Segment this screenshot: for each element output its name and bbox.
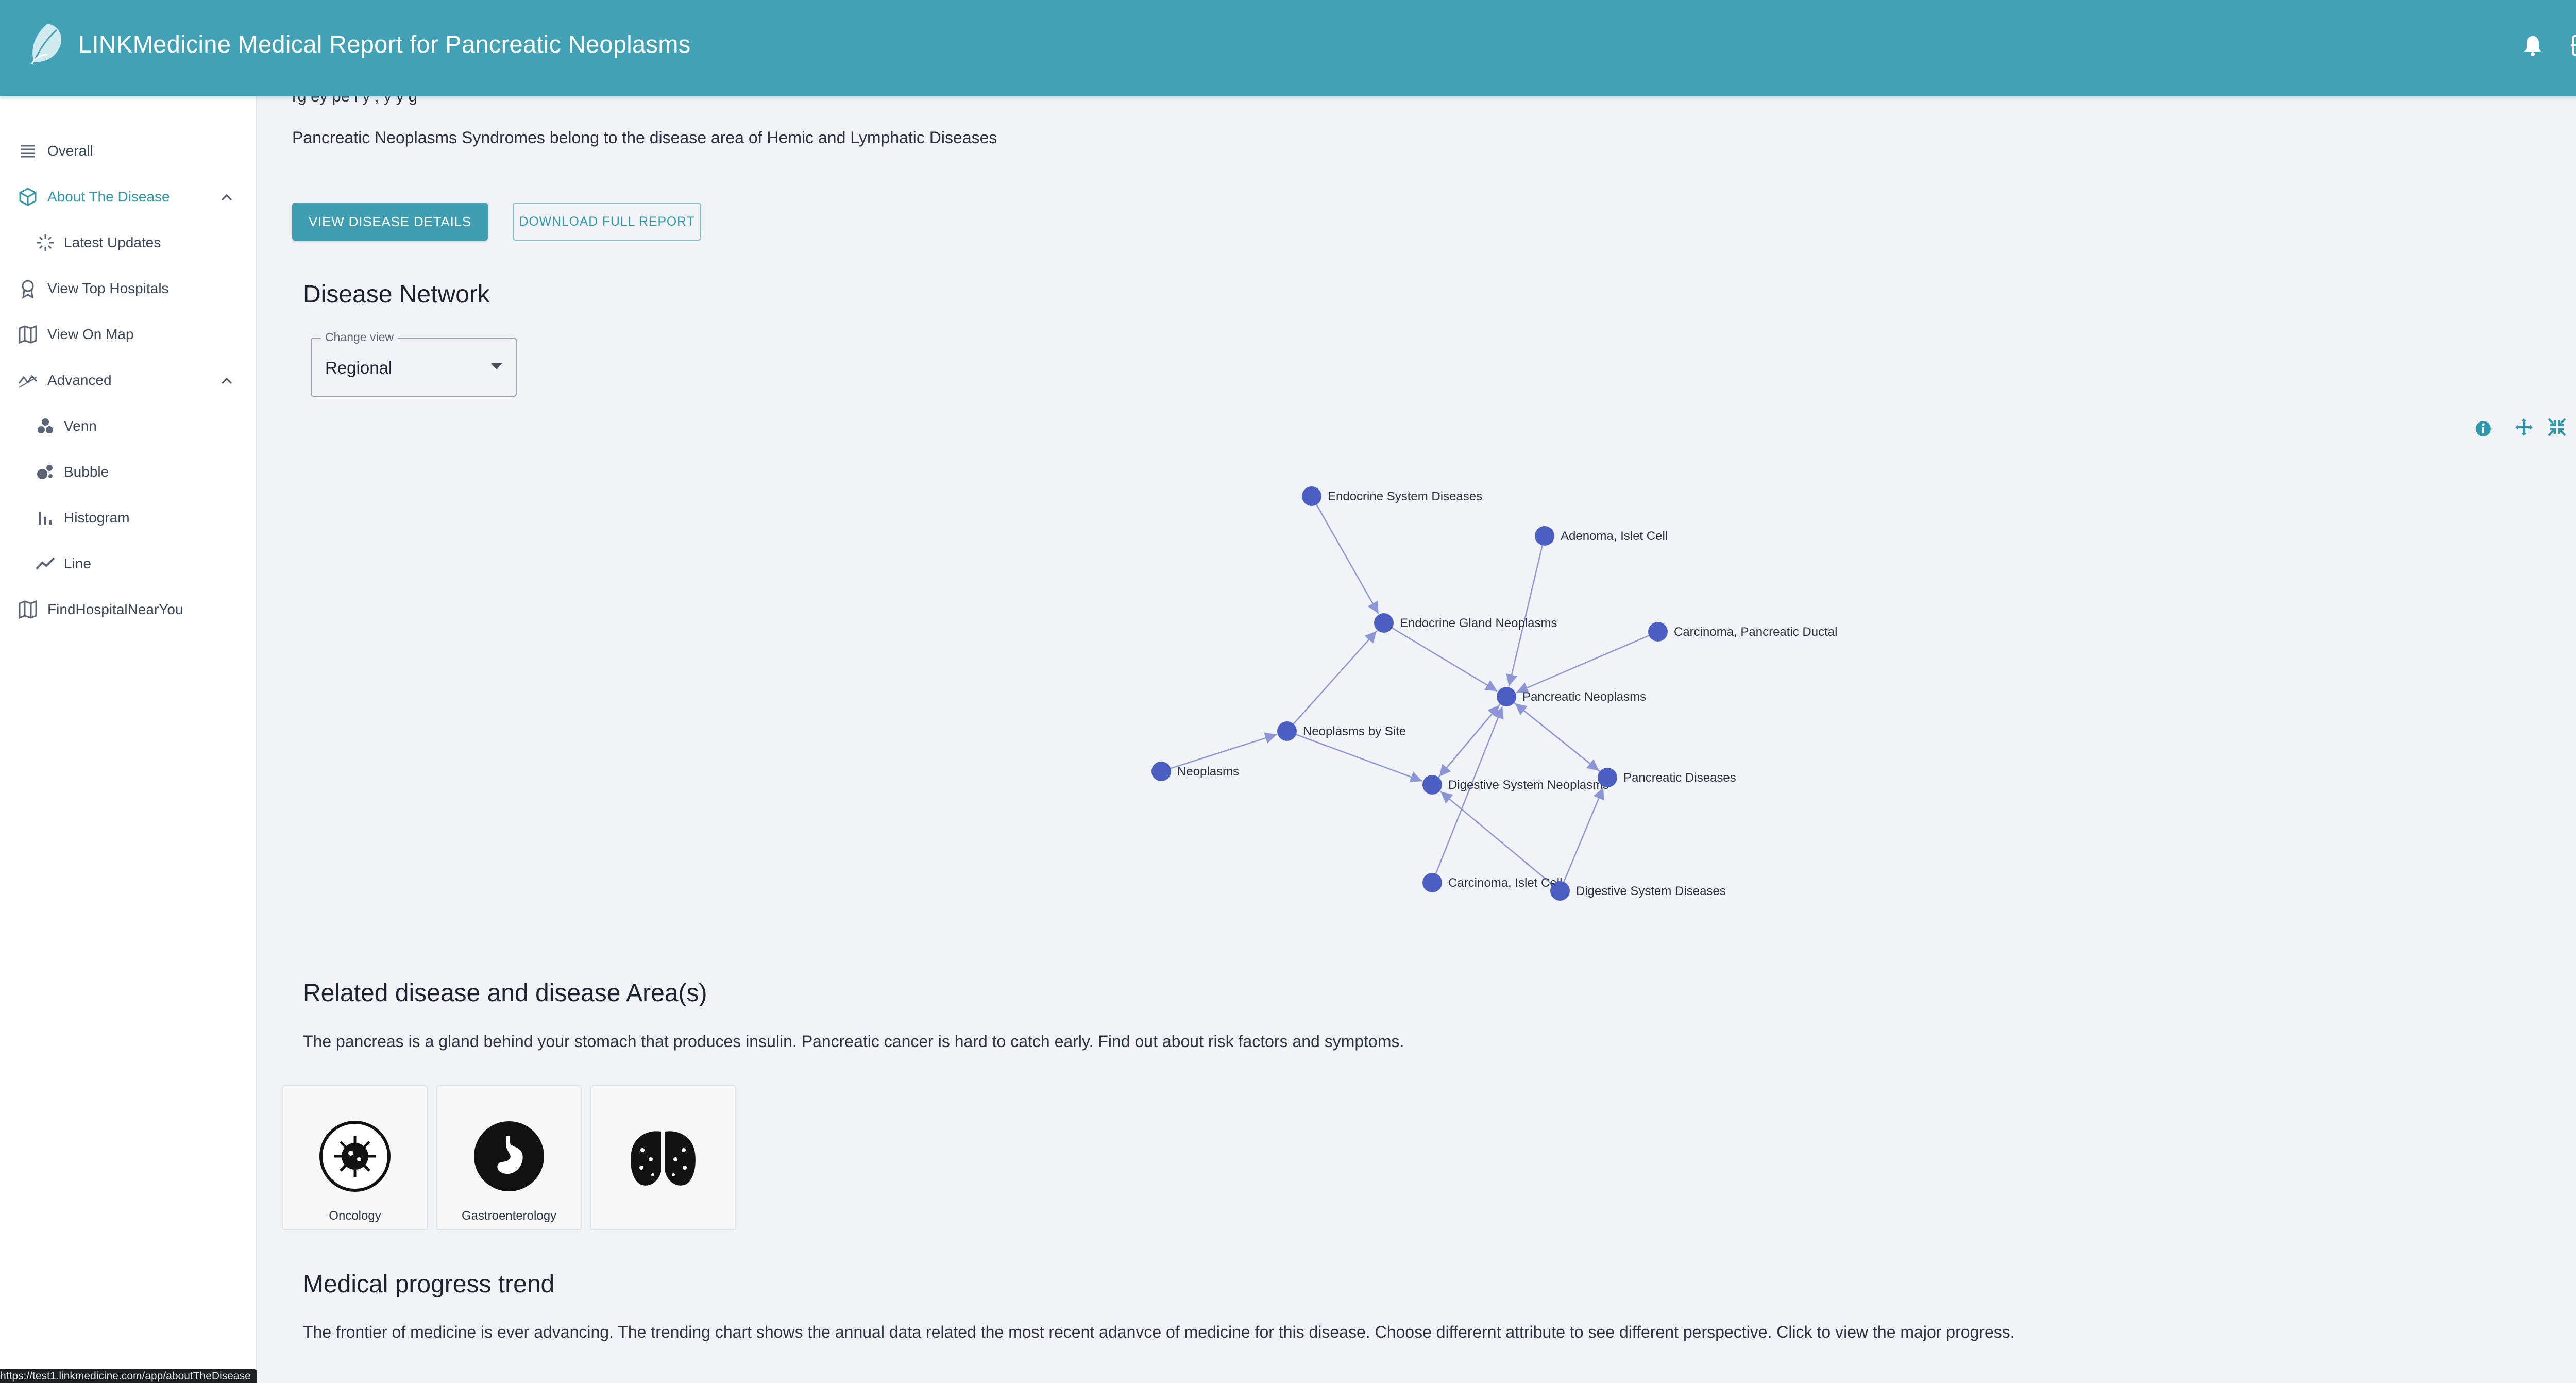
sidebar-item-overall[interactable]: Overall [0,132,256,168]
network-node-label: Carcinoma, Pancreatic Ductal [1674,625,1837,639]
network-node-dot[interactable] [1374,613,1394,633]
related-disease-heading: Related disease and disease Area(s) [303,980,707,1007]
network-node-label: Endocrine System Diseases [1328,490,1482,503]
sidebar-item-label: Overall [47,143,93,159]
network-node[interactable]: Digestive System Neoplasms [1422,775,1609,795]
network-node-label: Carcinoma, Islet Cell [1448,876,1562,890]
network-node[interactable]: Carcinoma, Islet Cell [1422,873,1562,892]
network-node-label: Digestive System Neoplasms [1448,778,1609,792]
network-node[interactable]: Neoplasms by Site [1277,721,1406,741]
venn-icon [38,418,53,433]
trend-icon [18,375,38,388]
network-edge [1293,630,1377,724]
cube-icon [19,188,37,206]
network-node-dot[interactable] [1535,526,1554,546]
sidebar-item-advanced[interactable]: Advanced [0,362,256,398]
sidebar-item-latest-updates[interactable]: Latest Updates [0,224,256,260]
network-node-label: Pancreatic Diseases [1623,771,1736,785]
sidebar-item-bubble[interactable]: Bubble [0,453,256,490]
sidebar-item-label: Line [64,555,91,571]
sidebar-item-label: Bubble [64,464,109,480]
network-edge [1296,734,1422,783]
network-node-dot[interactable] [1648,622,1668,642]
network-edge [1440,791,1553,885]
main-content: rg ey pe l y , y y g Pancreatic Neoplasm… [257,87,2576,1383]
network-node[interactable]: Neoplasms [1151,762,1239,781]
network-edge [1392,627,1498,692]
medical-progress-heading: Medical progress trend [303,1271,555,1298]
network-node-label: Pancreatic Neoplasms [1522,690,1646,704]
network-node-dot[interactable] [1422,873,1442,892]
network-node-label: Digestive System Diseases [1576,884,1726,898]
network-node-dot[interactable] [1422,775,1442,795]
related-card-label: Oncology [329,1209,381,1223]
network-edge [1563,787,1604,882]
network-node-dot[interactable] [1151,762,1171,781]
sidebar-item-about-the-disease[interactable]: About The Disease [0,178,256,214]
app-title: LINKMedicine Medical Report for Pancreat… [78,30,691,58]
related-card-oncology[interactable]: Oncology [282,1085,428,1230]
sidebar-item-venn[interactable]: Venn [0,408,256,444]
network-node[interactable]: Endocrine System Diseases [1302,486,1482,506]
chevron-up-icon[interactable] [218,189,235,206]
network-node-dot[interactable] [1598,768,1617,787]
network-node-dot[interactable] [1277,721,1297,741]
bar-chart-icon [39,512,52,525]
sidebar-item-label: Advanced [47,372,112,388]
network-edge [1316,504,1379,614]
related-card-gastroenterology[interactable]: Gastroenterology [436,1085,582,1230]
bell-icon[interactable] [2519,32,2546,59]
stomach-icon [474,1121,544,1191]
network-node[interactable]: Pancreatic Diseases [1598,768,1736,787]
sidebar-item-label: Histogram [64,510,130,526]
bubble-icon [37,465,53,479]
network-edge [1438,704,1500,778]
award-icon [22,280,34,299]
sidebar-item-view-on-map[interactable]: View On Map [0,316,256,352]
line-chart-icon [36,557,55,570]
sidebar-item-label: Venn [64,418,97,434]
sidebar: Overall About The Disease Latest Updates… [0,96,257,1383]
logo-icon [31,24,62,64]
sidebar-item-histogram[interactable]: Histogram [0,499,256,535]
sidebar-item-label: Latest Updates [64,234,161,250]
network-node-label: Neoplasms [1177,765,1239,779]
related-card-lungs[interactable] [590,1085,736,1230]
map-icon [19,325,37,344]
network-node[interactable]: Endocrine Gland Neoplasms [1374,613,1557,633]
network-node[interactable]: Digestive System Diseases [1550,881,1726,901]
disease-network-graph[interactable]: Endocrine System Diseases Adenoma, Islet … [257,96,2576,972]
chevron-up-icon[interactable] [218,372,235,390]
network-node-dot[interactable] [1550,881,1570,901]
related-card-label: Gastroenterology [461,1209,557,1223]
status-bar-url: https://test1.linkmedicine.com/app/about… [0,1369,257,1383]
network-node-dot[interactable] [1302,486,1321,506]
network-node[interactable]: Pancreatic Neoplasms [1497,687,1646,706]
related-disease-text: The pancreas is a gland behind your stom… [303,1032,1404,1051]
map-icon [19,600,37,619]
lungs-icon [631,1131,696,1186]
network-node[interactable]: Carcinoma, Pancreatic Ductal [1648,622,1837,642]
network-edge [1516,635,1650,694]
network-edge [1514,703,1600,772]
sidebar-item-find-hospital-near-you[interactable]: FindHospitalNearYou [0,591,256,627]
sidebar-item-label: About The Disease [47,189,170,205]
sidebar-item-label: View On Map [47,326,134,342]
app-header: LINKMedicine Medical Report for Pancreat… [0,0,2576,96]
network-node-dot[interactable] [1497,687,1516,706]
virus-icon [319,1121,391,1192]
network-node[interactable]: Adenoma, Islet Cell [1535,526,1668,546]
sidebar-item-view-top-hospitals[interactable]: View Top Hospitals [0,270,256,306]
loader-icon [37,234,54,251]
network-node-label: Neoplasms by Site [1303,724,1406,738]
logout-icon[interactable] [2569,32,2576,59]
network-node-label: Endocrine Gland Neoplasms [1400,616,1557,630]
network-node-label: Adenoma, Islet Cell [1561,529,1668,543]
list-icon [21,145,35,158]
sidebar-item-label: FindHospitalNearYou [47,601,183,617]
sidebar-item-line[interactable]: Line [0,545,256,581]
medical-progress-text: The frontier of medicine is ever advanci… [303,1323,2015,1341]
sidebar-item-label: View Top Hospitals [47,280,169,296]
network-edge [1170,732,1277,769]
